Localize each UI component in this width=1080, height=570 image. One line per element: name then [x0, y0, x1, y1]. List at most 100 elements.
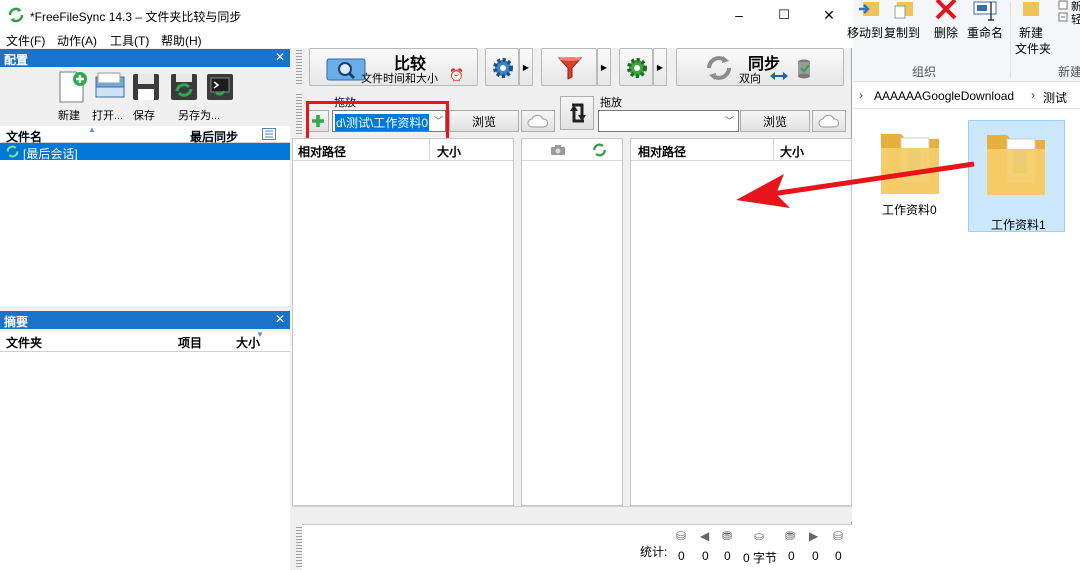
move-to-icon[interactable]	[859, 0, 881, 20]
stat-right-create: 0	[835, 549, 842, 563]
stats-label: 统计:	[640, 545, 668, 559]
delete-x-icon[interactable]	[934, 0, 958, 20]
config-list-item-last-session[interactable]: [最后会话]	[0, 143, 290, 161]
toolbar-grip[interactable]	[296, 50, 302, 86]
filter-funnel-icon	[557, 57, 583, 80]
config-panel-header: 配置 ✕	[0, 49, 290, 67]
left-browse-button[interactable]: 浏览	[449, 110, 519, 132]
swap-arrows-icon	[570, 103, 586, 123]
save-as-batch-icon[interactable]	[202, 69, 238, 105]
right-folder-path-combo[interactable]: ﹀	[598, 110, 739, 132]
right-col-relative-path[interactable]: 相对路径	[638, 143, 686, 160]
copy-to-icon[interactable]	[893, 0, 915, 20]
left-file-grid[interactable]: 相对路径 大小	[292, 138, 514, 506]
compare-settings-button[interactable]	[485, 48, 519, 86]
folder-bar-grip[interactable]	[296, 94, 302, 134]
right-update-icon: ▶	[809, 529, 819, 543]
left-col-relative-path[interactable]: 相对路径	[298, 143, 346, 160]
camera-icon[interactable]	[550, 144, 566, 156]
list-view-icon[interactable]	[262, 128, 276, 140]
col-items[interactable]: 项目	[178, 334, 202, 351]
synchronize-button[interactable]: 同步 双向	[676, 48, 844, 86]
move-to-label[interactable]: 移动到	[847, 24, 883, 41]
col-folder[interactable]: 文件夹	[6, 334, 42, 351]
sync-action-icon[interactable]	[592, 143, 607, 157]
save-as-config-icon[interactable]	[166, 69, 202, 105]
middle-action-grid[interactable]	[521, 138, 623, 506]
filter-dropdown[interactable]: ▶	[597, 48, 611, 86]
compare-button[interactable]: 比较 文件时间和大小 ⏰	[309, 48, 478, 86]
folder-name-1[interactable]: 工作资料1	[991, 216, 1046, 233]
left-grid-header: 相对路径 大小	[293, 139, 513, 161]
compare-variant-dropdown[interactable]: ▶	[519, 48, 533, 86]
config-list-header: 文件名 ▲ 最后同步	[0, 125, 290, 144]
breadcrumb-google-download[interactable]: AAAAAAGoogleDownload	[874, 89, 1014, 103]
new-folder-icon[interactable]	[1023, 0, 1039, 20]
right-col-size[interactable]: 大小	[780, 143, 804, 160]
menu-bar: 文件(F) 动作(A) 工具(T) 帮助(H)	[0, 30, 852, 48]
stat-data-size: 0 字节	[743, 551, 778, 565]
compare-clock-icon: ⏰	[449, 68, 464, 82]
compare-subtitle: 文件时间和大小	[361, 73, 438, 85]
open-config-icon[interactable]	[92, 69, 128, 105]
annotation-arrow	[736, 161, 975, 208]
statistics-bar: 统计: ⛁ ◀ ⛃ ⛀ ⛃ ▶ ⛁ 0 0 0 0 字节 0 0 0	[302, 524, 852, 570]
right-browse-button[interactable]: 浏览	[740, 110, 810, 132]
easy-access-icon[interactable]	[1058, 12, 1068, 22]
breadcrumb-test[interactable]: 测试	[1043, 89, 1067, 106]
data-size-icon: ⛀	[754, 529, 765, 543]
filter-button[interactable]	[541, 48, 597, 86]
right-grid-header: 相对路径 大小	[631, 139, 851, 161]
menu-action[interactable]: 动作(A)	[57, 32, 97, 49]
middle-grid-header	[522, 139, 622, 161]
config-panel-title: 配置	[4, 53, 29, 67]
config-panel-close-button[interactable]: ✕	[275, 50, 285, 64]
freefilesync-window: *FreeFileSync 14.3 – 文件夹比较与同步 – ☐ ✕ 文件(F…	[0, 0, 852, 570]
group-organize-label: 组织	[912, 65, 937, 79]
summary-panel-close-button[interactable]: ✕	[275, 312, 285, 326]
stat-left-create: 0	[678, 549, 685, 563]
config-list: [最后会话]	[0, 143, 290, 306]
group-new-label: 新建	[1058, 65, 1080, 79]
two-way-arrows-icon	[770, 72, 788, 80]
new-config-icon[interactable]	[54, 69, 90, 105]
new-item-icon[interactable]	[1058, 0, 1068, 10]
grid-scroll-strip[interactable]	[292, 506, 852, 522]
folder-icon	[987, 135, 1045, 195]
stat-right-delete: 0	[788, 549, 795, 563]
rename-label[interactable]: 重命名	[967, 24, 1003, 41]
right-folder-dropdown-arrow[interactable]: ﹀	[725, 114, 734, 127]
easy-access-label[interactable]: 轻	[1071, 11, 1080, 27]
rename-icon[interactable]	[973, 0, 997, 22]
open-config-label: 打开...	[92, 110, 124, 122]
close-button[interactable]: ✕	[806, 0, 852, 30]
new-folder-label-2[interactable]: 文件夹	[1015, 40, 1051, 57]
maximize-button[interactable]: ☐	[761, 0, 807, 30]
green-gear-icon	[627, 58, 647, 78]
delete-label[interactable]: 删除	[934, 24, 958, 41]
sync-settings-button[interactable]	[619, 48, 653, 86]
new-folder-label-1[interactable]: 新建	[1019, 24, 1043, 41]
menu-file[interactable]: 文件(F)	[6, 32, 45, 49]
new-config-label: 新建	[58, 110, 80, 122]
window-title: *FreeFileSync 14.3 – 文件夹比较与同步	[30, 10, 242, 24]
copy-to-label[interactable]: 复制到	[884, 24, 920, 41]
stat-left-update: 0	[702, 549, 709, 563]
menu-help[interactable]: 帮助(H)	[161, 32, 202, 49]
minimize-button[interactable]: –	[716, 0, 762, 30]
sync-variant-dropdown[interactable]: ▶	[653, 48, 667, 86]
swap-sides-button[interactable]	[560, 96, 594, 130]
cloud-icon	[818, 114, 839, 128]
right-create-icon: ⛁	[833, 529, 844, 543]
config-toolbar: 新建 打开... 保存 另存为...	[0, 67, 290, 125]
folder-item-1[interactable]: 工作资料1	[968, 120, 1065, 232]
menu-tools[interactable]: 工具(T)	[110, 32, 149, 49]
address-bar[interactable]: › AAAAAAGoogleDownload › 测试	[853, 83, 1080, 109]
explorer-ribbon: 移动到 复制到 删除 重命名 新建 文件夹 新 轻 组织 新建	[847, 0, 1080, 82]
left-cloud-button[interactable]	[521, 110, 555, 132]
left-col-size[interactable]: 大小	[437, 143, 461, 160]
title-bar: *FreeFileSync 14.3 – 文件夹比较与同步 – ☐ ✕	[0, 0, 852, 30]
save-config-icon[interactable]	[128, 69, 164, 105]
left-update-icon: ◀	[700, 529, 710, 543]
right-cloud-button[interactable]	[812, 110, 846, 132]
